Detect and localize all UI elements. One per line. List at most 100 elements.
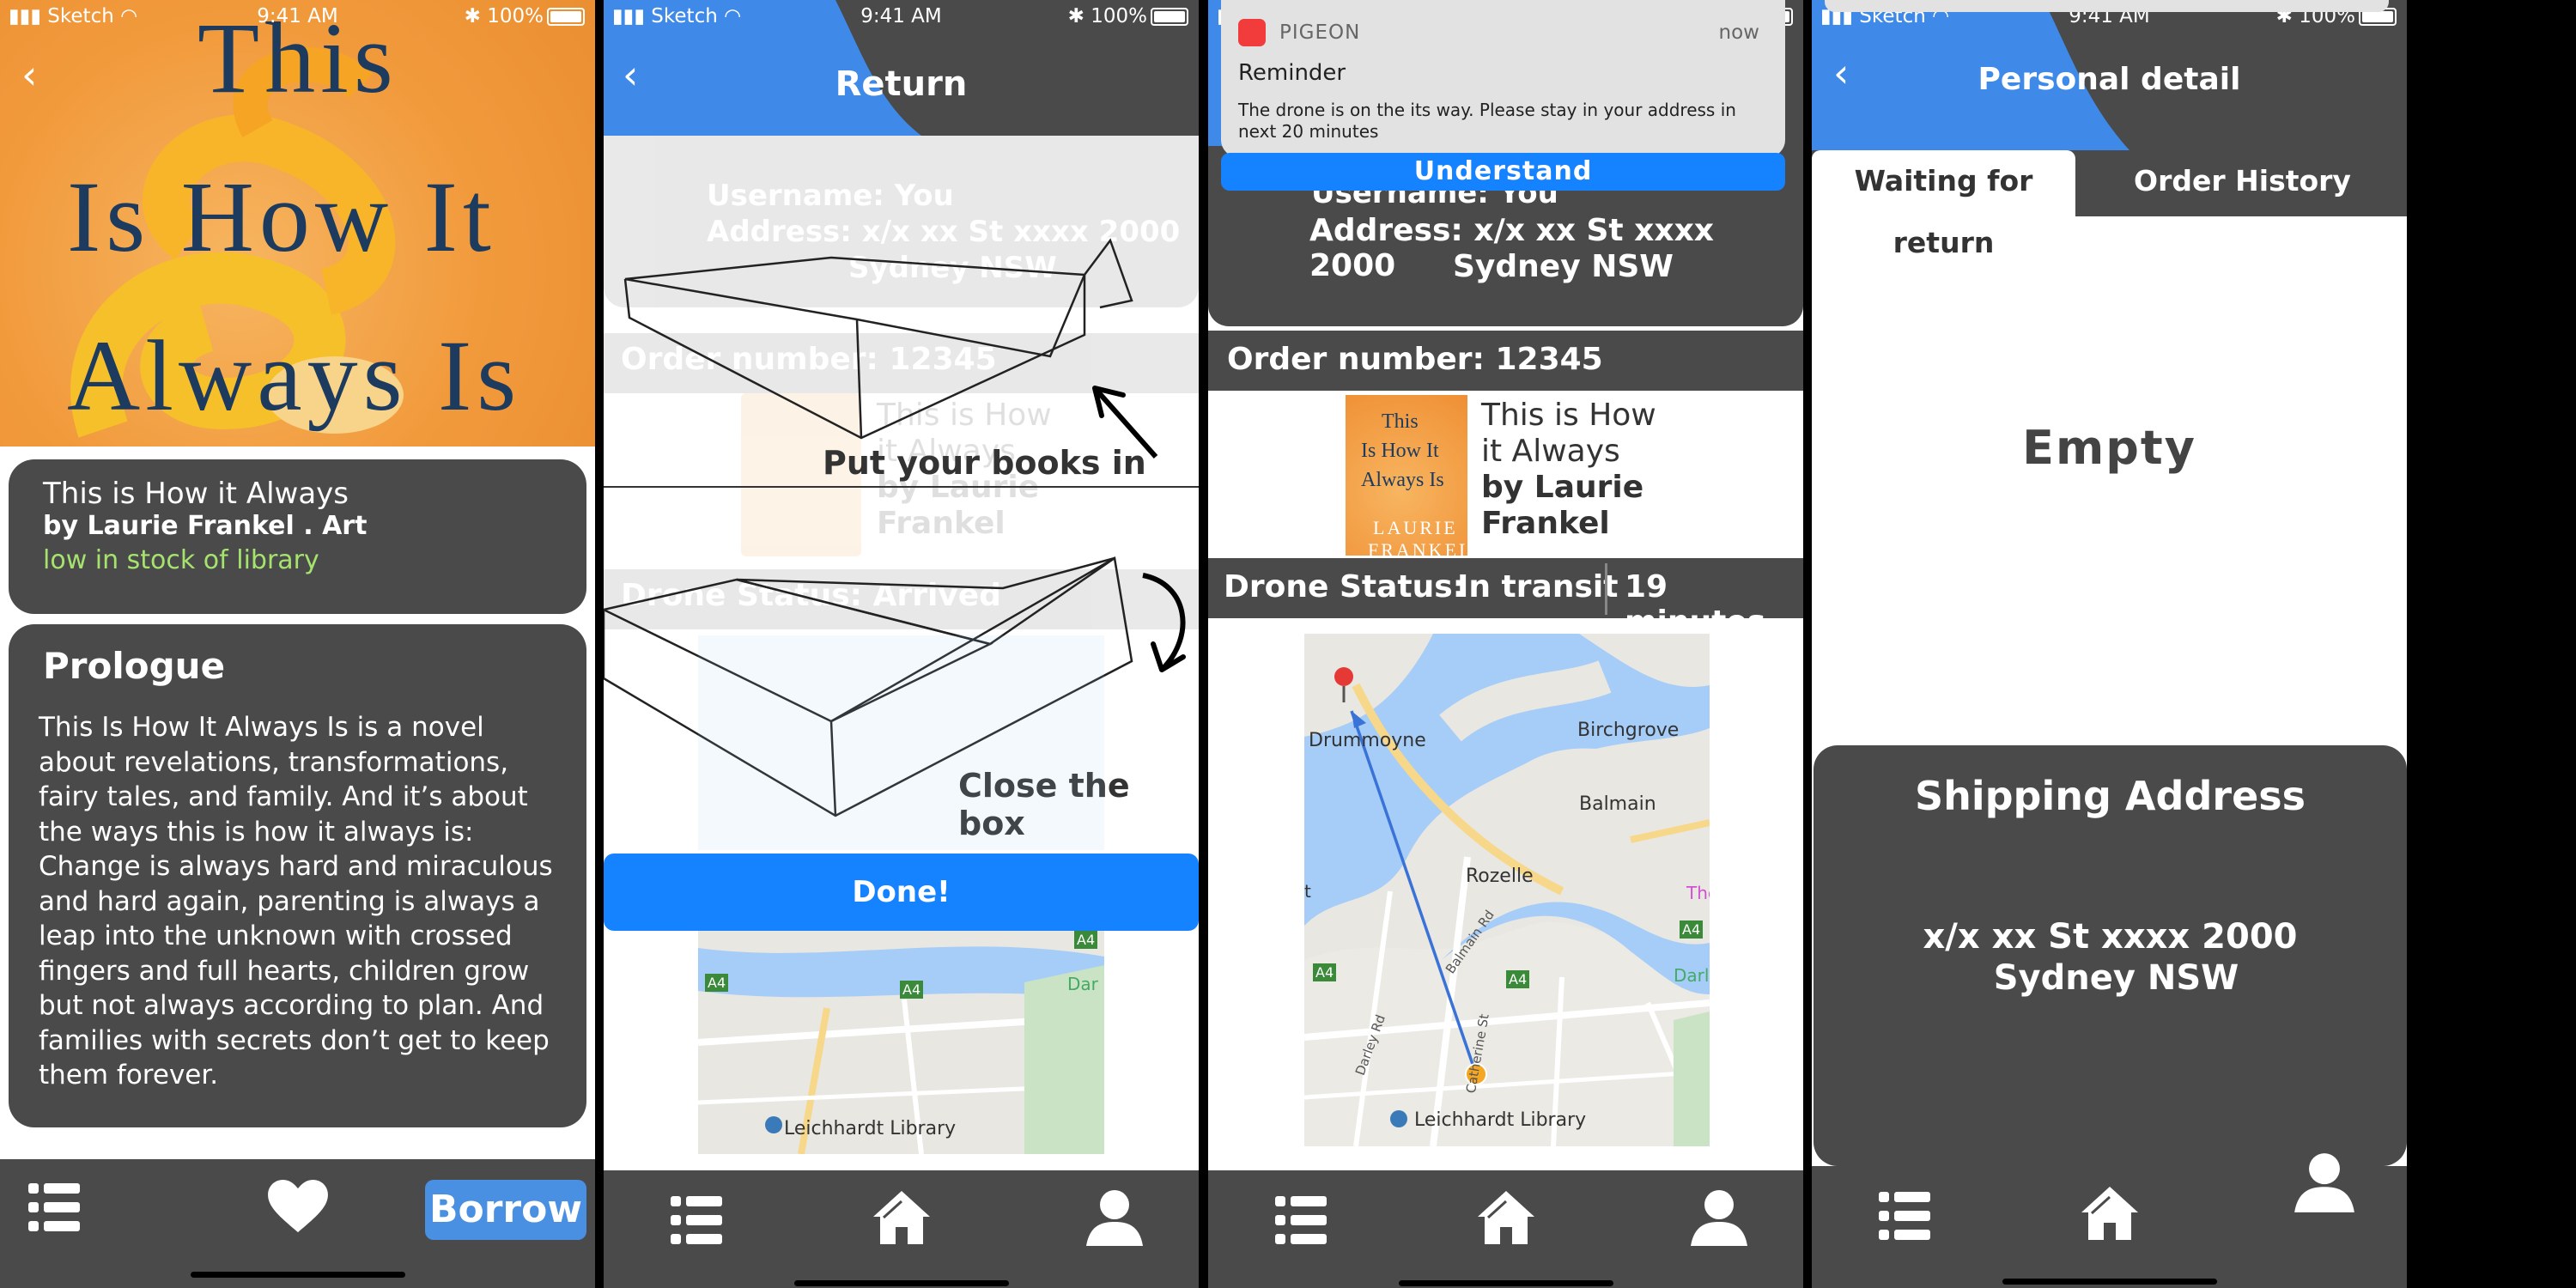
home-icon[interactable] <box>1476 1189 1536 1246</box>
library-pin-icon <box>765 1116 782 1133</box>
book-title-2: it Always <box>1481 434 1620 469</box>
map-label-drummoyne: Drummoyne <box>1309 730 1426 751</box>
map-label-darl: Darl <box>1674 965 1710 986</box>
home-indicator <box>2002 1279 2217 1285</box>
book-author: by Laurie Frankel . Art <box>43 511 368 541</box>
list-icon[interactable] <box>28 1183 80 1231</box>
shipping-address-card: Shipping Address x/x xx St xxxx 2000 Syd… <box>1814 745 2407 1166</box>
tab-bar: Borrow <box>0 1159 595 1288</box>
prologue-card: Prologue This Is How It Always Is is a n… <box>9 624 586 1127</box>
tab-bar <box>604 1170 1199 1288</box>
tab-waiting-for-return[interactable]: Waiting for return <box>1812 150 2075 259</box>
screen-return: ▮▮▮ Sketch ◠ 9:41 AM ✱ 100% ‹ Return Use… <box>604 0 1199 1288</box>
user-icon[interactable] <box>1084 1188 1145 1248</box>
home-icon[interactable] <box>2080 1185 2140 1242</box>
borrow-button[interactable]: Borrow <box>425 1180 586 1240</box>
done-button[interactable]: Done! <box>604 854 1199 931</box>
map-label-a4: A4 <box>1074 931 1098 949</box>
book-title: This is How it Always <box>43 477 349 511</box>
page-title: Return <box>835 64 968 104</box>
open-box-illustration <box>623 238 1158 459</box>
map-label-library: Leichhardt Library <box>1414 1109 1587 1131</box>
drone-status-bar: Drone Status: In transit 19 minutes <box>1208 558 1803 640</box>
notification-title: Reminder <box>1238 60 1346 86</box>
prologue-line: and hard again, parenting is always a <box>39 885 540 917</box>
understand-button[interactable]: Understand <box>1221 153 1785 191</box>
prologue-line: about revelations, transformations, <box>39 746 509 778</box>
shipping-address-line-2: Sydney NSW <box>1993 958 2239 998</box>
bluetooth-icon: ✱ <box>1067 5 1084 27</box>
prologue-line: the ways this is how it always is: <box>39 816 474 848</box>
map-label-a4: A4 <box>705 974 729 992</box>
order-number-bar: Order number: 12345 <box>1208 331 1803 391</box>
map-label-the: The <box>1686 883 1710 903</box>
prologue-line: families with secrets don’t get to keep <box>39 1024 550 1056</box>
prologue-line: but not always according to plan. And <box>39 990 544 1021</box>
map-label-a4: A4 <box>1313 963 1337 981</box>
home-indicator <box>1398 1280 1613 1286</box>
map-faded: A4 A4 A4 Dar Leichhardt Library <box>698 931 1104 1154</box>
tab-order-history[interactable]: Order History <box>2078 150 2407 216</box>
prologue-text: This Is How It Always Is is a novel abou… <box>39 710 553 1093</box>
list-icon[interactable] <box>1879 1192 1930 1240</box>
home-icon[interactable] <box>872 1189 932 1246</box>
delivery-map[interactable]: Drummoyne Birchgrove Balmain Rozelle Bal… <box>1304 634 1710 1146</box>
address-line-2: Sydney NSW <box>1453 249 1674 284</box>
map-label-darl: Dar <box>1067 974 1098 994</box>
battery-icon <box>1151 8 1188 26</box>
drone-eta: 19 minutes <box>1625 569 1766 640</box>
prologue-line: fingers and full hearts, children grow <box>39 955 530 987</box>
notification-body-2: next 20 minutes <box>1238 121 1379 142</box>
map-label-a4: A4 <box>900 981 924 999</box>
back-chevron-icon[interactable]: ‹ <box>21 52 37 98</box>
book-info-card: This is How it Always by Laurie Frankel … <box>9 459 586 614</box>
user-icon[interactable] <box>1689 1188 1749 1248</box>
prologue-line: fairy tales, and family. And it’s about <box>39 781 528 812</box>
book-title: This is How <box>1481 398 1656 433</box>
shipping-address-title: Shipping Address <box>1914 773 2306 819</box>
notification-strip <box>1825 0 2389 12</box>
book-author: by Laurie <box>1481 470 1644 505</box>
screen-book-detail: This Is How It Always Is ▮▮▮ Sketch ◠ 9:… <box>0 0 595 1288</box>
order-number: Order number: 12345 <box>1227 342 1603 377</box>
map-faded-upper <box>698 635 1104 850</box>
mini-cover-line: This <box>1382 410 1419 433</box>
mini-cover-line: Always Is <box>1361 469 1444 491</box>
list-icon[interactable] <box>671 1196 722 1244</box>
notification-time: now <box>1718 21 1759 44</box>
battery-icon <box>547 8 585 26</box>
page-title: Personal detail <box>1978 62 2241 97</box>
book-author-2: Frankel <box>1481 506 1610 541</box>
divider <box>1605 563 1607 615</box>
shipping-address-line-1: x/x xx St xxxx 2000 <box>1923 917 2298 957</box>
bluetooth-icon: ✱ <box>464 5 481 27</box>
battery-percent: 100% <box>487 5 544 27</box>
prologue-line: This Is How It Always Is is a novel <box>39 712 484 743</box>
drone-status-label: Drone Status: <box>1224 569 1466 605</box>
mini-cover-line: Is How It <box>1361 440 1439 462</box>
cover-title-line-3: Always Is <box>67 319 522 432</box>
heart-icon[interactable] <box>267 1180 329 1235</box>
prologue-line: them forever. <box>39 1060 219 1091</box>
map-label-library: Leichhardt Library <box>784 1118 957 1139</box>
prologue-title: Prologue <box>43 645 226 687</box>
home-indicator <box>793 1280 1009 1286</box>
notification-banner[interactable]: PIGEON now Reminder The drone is on the … <box>1221 0 1785 157</box>
user-icon[interactable] <box>2293 1151 2356 1214</box>
list-icon[interactable] <box>1275 1196 1327 1244</box>
notification-app-name: PIGEON <box>1279 21 1361 44</box>
map-label-rozelle: Rozelle <box>1466 866 1534 887</box>
back-chevron-icon[interactable]: ‹ <box>1833 50 1849 96</box>
book-cover-thumbnail: This Is How It Always Is LAURIE FRANKEL <box>1346 395 1467 556</box>
map-label-birchgrove: Birchgrove <box>1577 720 1680 741</box>
prologue-line: Change is always hard and miraculous <box>39 851 553 882</box>
back-chevron-icon[interactable]: ‹ <box>623 52 638 98</box>
prologue-line: leap into the unknown with crossed <box>39 920 513 951</box>
screen-personal-detail: ▮▮▮ Sketch ◠ 9:41 AM ✱ 100% ‹ Personal d… <box>1812 0 2407 1288</box>
map-label-balmain: Balmain <box>1579 793 1656 815</box>
app-icon <box>1238 19 1266 46</box>
battery-percent: 100% <box>1091 5 1147 27</box>
empty-state-label: Empty <box>2022 421 2196 475</box>
notification-body: The drone is on the its way. Please stay… <box>1238 100 1736 120</box>
stock-status: low in stock of library <box>43 545 319 575</box>
